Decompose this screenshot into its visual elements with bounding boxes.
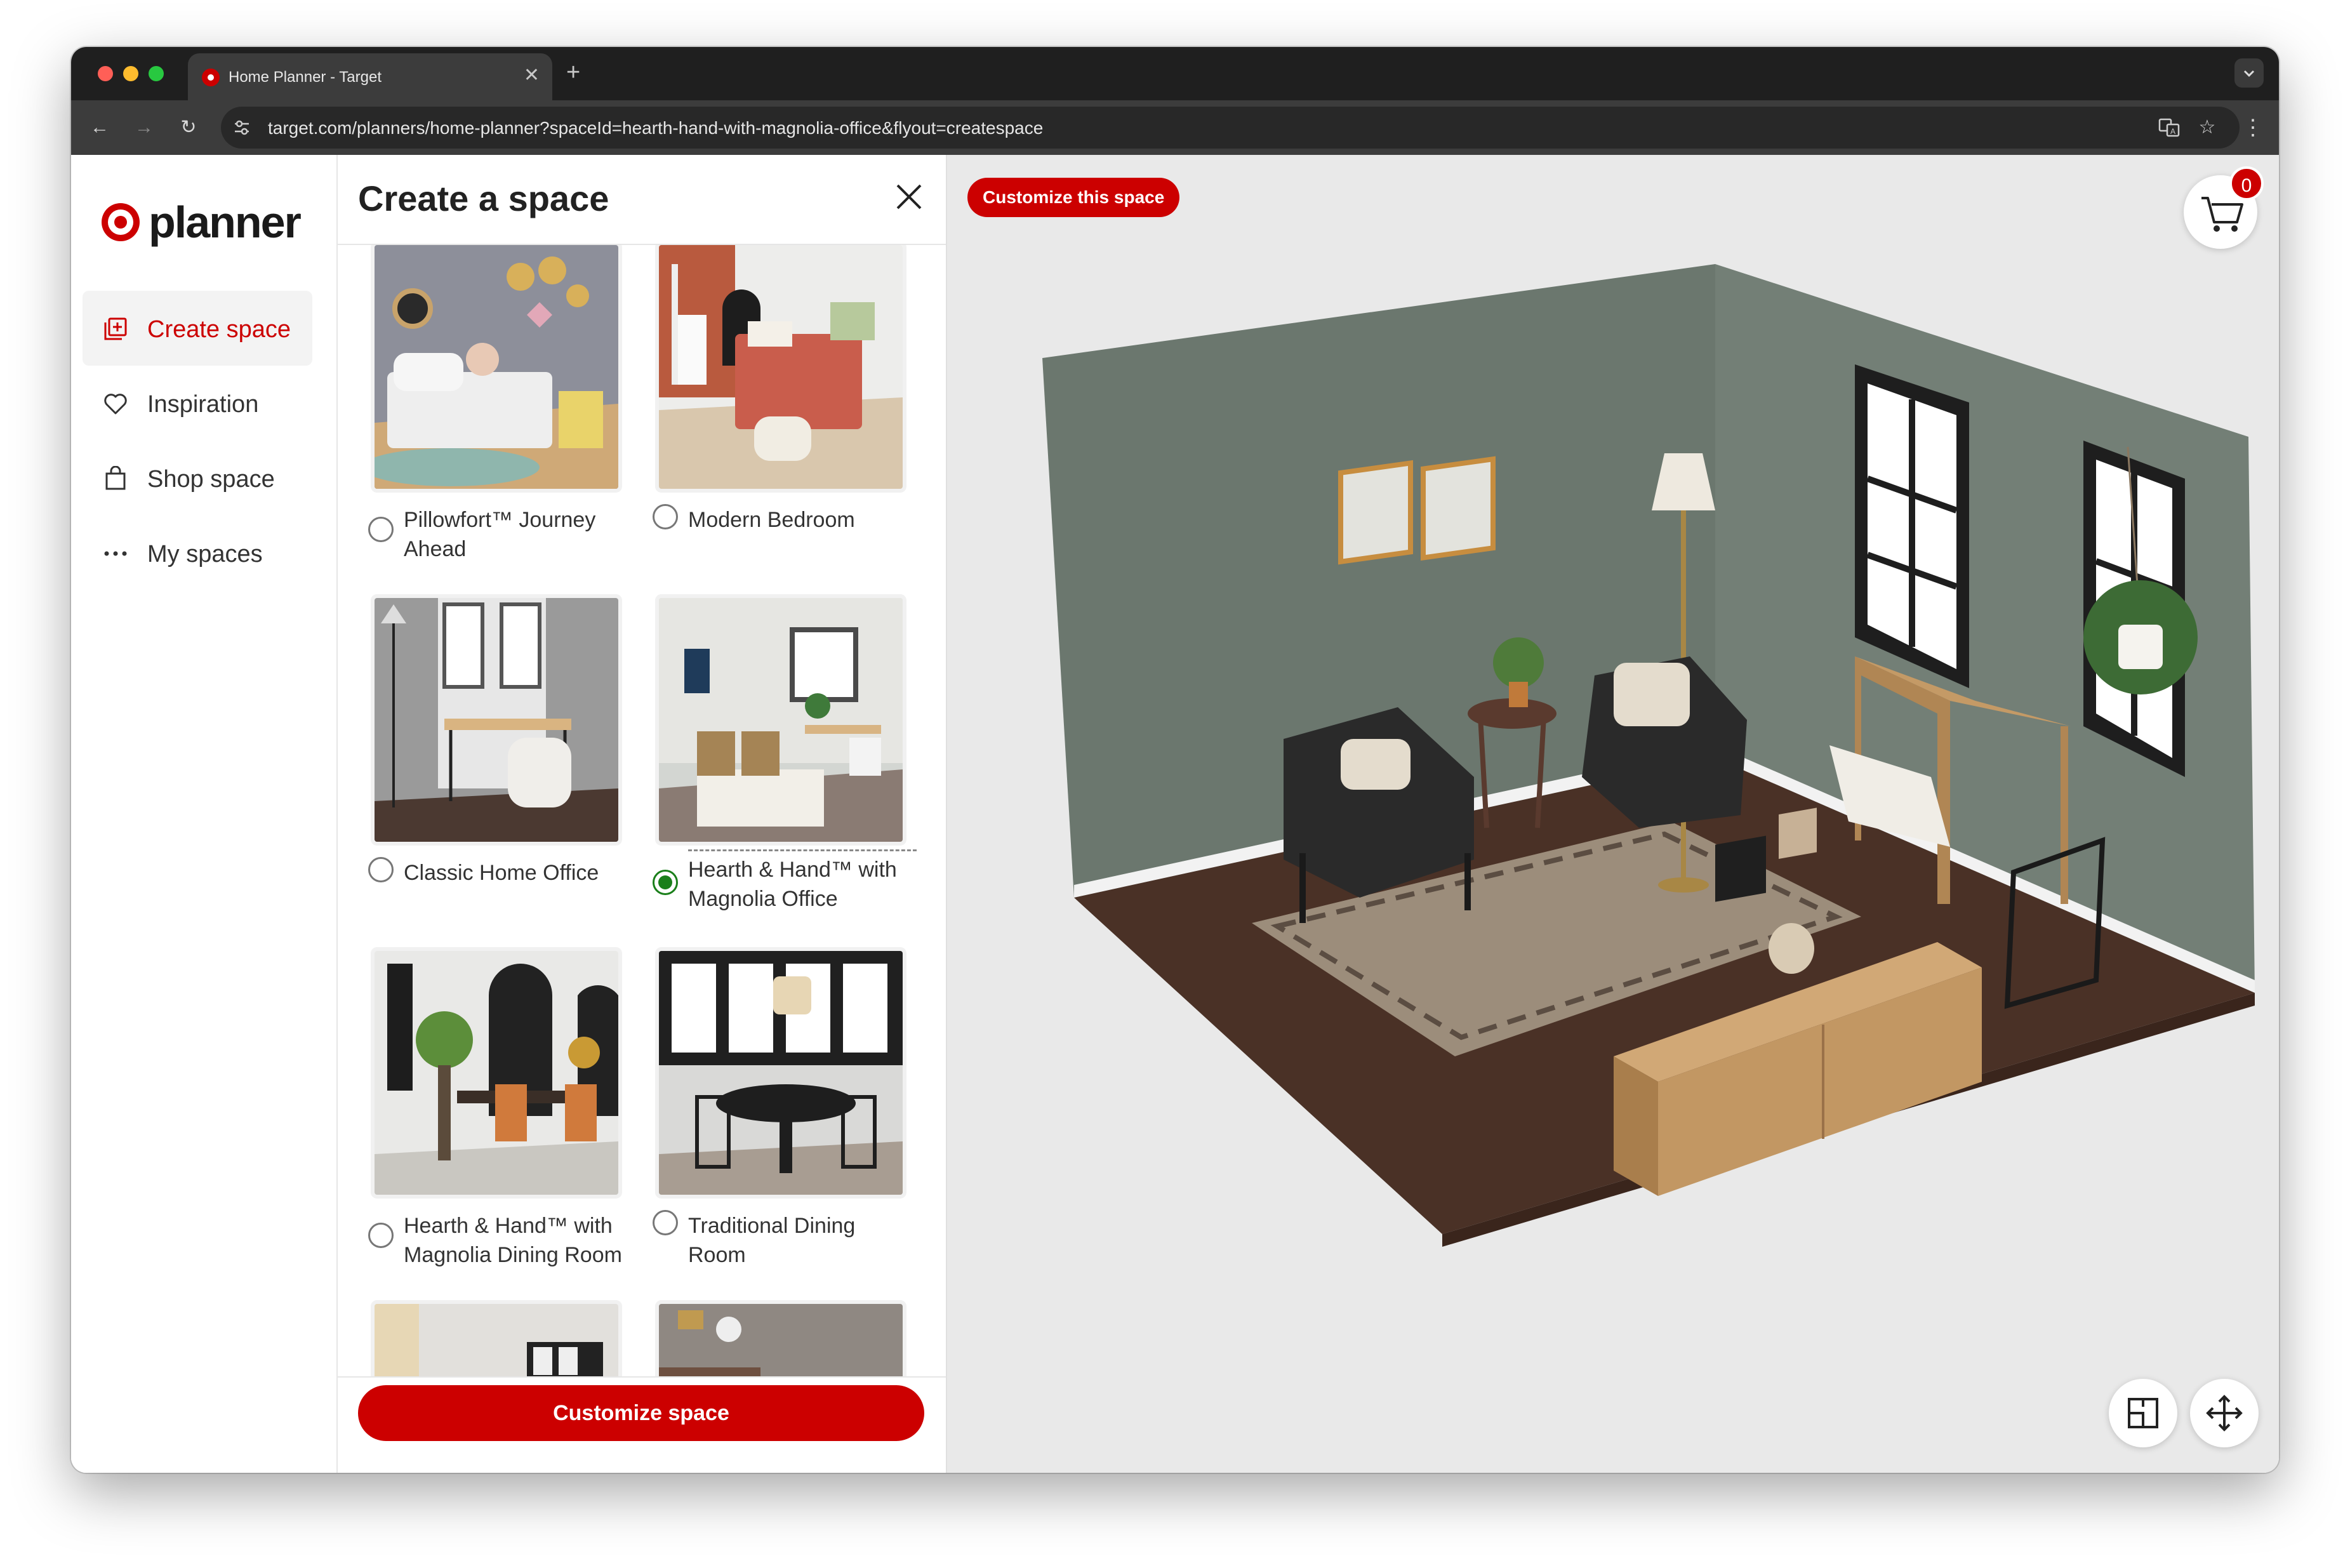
space-label: Hearth & Hand™ with Magnolia Office [688,849,917,914]
sidebar-item-my-spaces[interactable]: My spaces [83,515,312,590]
space-radio-selected[interactable] [653,870,678,895]
logo-text: planner [149,197,302,247]
space-label: Hearth & Hand™ with Magnolia Dining Room [404,1214,622,1267]
sidebar-item-label: My spaces [147,541,263,568]
tab-title: Home Planner - Target [229,69,382,86]
panel-title: Create a space [358,178,609,218]
target-logo-icon [102,203,140,241]
space-thumbnail[interactable] [375,1304,618,1378]
space-radio[interactable] [653,504,678,529]
forward-button[interactable]: → [129,113,159,142]
space-thumbnail[interactable] [375,245,618,489]
space-template-grid: Pillowfort™ Journey Ahead Modern Bedroom… [338,245,946,1378]
space-label: Modern Bedroom [688,508,855,532]
new-tab-button[interactable]: + [566,58,580,86]
reload-button[interactable]: ↻ [174,113,203,142]
create-space-icon [104,317,127,340]
svg-text:A: A [2170,127,2175,136]
tab-close-icon[interactable]: ✕ [524,65,540,86]
planner-app: planner Create space Inspiration Shop sp… [71,155,2279,1473]
sidebar: planner Create space Inspiration Shop sp… [71,155,338,1473]
heart-icon [104,394,127,415]
chevron-down-icon [2243,70,2255,77]
target-favicon-icon [202,69,220,86]
cart-count-badge: 0 [2229,166,2264,201]
panel-footer: Customize space [338,1376,946,1473]
space-label: Pillowfort™ Journey Ahead [404,508,596,561]
space-label: Classic Home Office [404,861,599,885]
space-thumbnail[interactable] [375,951,618,1195]
browser-toolbar: ← → ↻ target.com/planners/home-planner?s… [71,100,2279,155]
sidebar-item-inspiration[interactable]: Inspiration [83,366,312,441]
customize-space-button[interactable]: Customize space [358,1385,924,1441]
create-space-panel: Create a space Pillowfort™ Journey Ahead… [338,155,947,1473]
space-radio[interactable] [368,1223,394,1248]
address-bar[interactable]: target.com/planners/home-planner?spaceId… [221,107,2240,149]
bookmark-star-icon[interactable]: ☆ [2195,116,2219,140]
browser-window: Home Planner - Target ✕ + ← → ↻ target.c… [71,47,2279,1473]
customize-this-space-button[interactable]: Customize this space [967,178,1180,217]
space-radio[interactable] [653,1210,678,1235]
cart-button[interactable]: 0 [2184,166,2264,249]
space-thumbnail[interactable] [659,1304,903,1378]
site-settings-icon[interactable] [232,118,251,137]
move-arrows-icon [2206,1395,2243,1432]
sidebar-item-label: Inspiration [147,391,259,418]
sidebar-item-label: Create space [147,316,291,343]
space-thumbnail[interactable] [659,951,903,1195]
more-dots-icon [104,551,127,556]
sidebar-item-create-space[interactable]: Create space [83,291,312,366]
move-pan-button[interactable] [2190,1379,2259,1447]
space-radio[interactable] [368,517,394,542]
close-window-button[interactable] [98,66,113,81]
url-text[interactable]: target.com/planners/home-planner?spaceId… [268,118,1043,138]
space-thumbnail[interactable] [659,245,903,489]
browser-menu-icon[interactable]: ⋮ [2242,113,2264,142]
tab-strip: Home Planner - Target ✕ + [71,47,2279,100]
close-icon[interactable] [891,179,927,215]
sidebar-item-label: Shop space [147,466,275,493]
tab-search-dropdown-button[interactable] [2234,58,2264,88]
minimize-window-button[interactable] [123,66,138,81]
panel-header: Create a space [338,155,946,245]
sidebar-item-shop-space[interactable]: Shop space [83,441,312,515]
floor-plan-icon [2128,1398,2158,1428]
back-button[interactable]: ← [85,113,114,142]
space-radio[interactable] [368,857,394,882]
space-thumbnail[interactable] [659,598,903,842]
space-thumbnail[interactable] [375,598,618,842]
translate-icon[interactable]: A [2157,116,2181,140]
room-3d-render[interactable] [947,155,2279,1473]
maximize-window-button[interactable] [149,66,164,81]
browser-tab[interactable]: Home Planner - Target ✕ [188,53,552,100]
shopping-bag-icon [105,466,126,490]
space-label: Traditional Dining Room [688,1214,856,1267]
room-3d-viewport[interactable]: Customize this space 0 [947,155,2279,1473]
floor-plan-view-button[interactable] [2109,1379,2177,1447]
